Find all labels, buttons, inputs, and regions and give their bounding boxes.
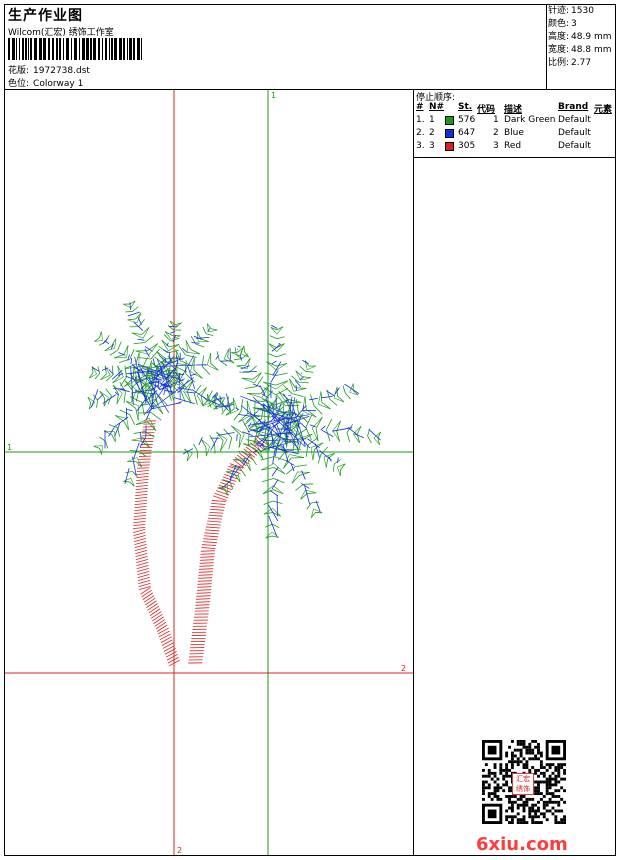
embroidery-design: 1 1 2 2	[5, 90, 413, 855]
color-swatch	[445, 129, 454, 138]
design-canvas: 1 1 2 2	[5, 90, 414, 855]
stop-table-header: # N# St. 代码 描述 Brand 元素	[414, 102, 615, 115]
stat-stitches: 针迹: 1530	[548, 6, 594, 16]
stat-width: 宽度: 48.8 mm	[548, 45, 612, 55]
col-brand: Brand	[558, 102, 589, 112]
barcode-icon	[8, 38, 142, 60]
pattern-value: 1972738.dst	[33, 66, 90, 76]
colorway-line: 色位: Colorway 1	[8, 76, 83, 89]
stop-sequence: 停止顺序: # N# St. 代码 描述 Brand 元素 1. 1 576 1…	[414, 90, 615, 158]
header-info: 生产作业图 Wilcom(汇宏) 绣饰工作室 花版: 1972738.dst 色位…	[5, 5, 547, 89]
col-st: St.	[458, 102, 473, 112]
sheet-header: 生产作业图 Wilcom(汇宏) 绣饰工作室 花版: 1972738.dst 色位…	[5, 5, 615, 90]
sheet-title: 生产作业图	[8, 8, 83, 24]
color-swatch	[445, 116, 454, 125]
pattern-label: 花版:	[8, 66, 30, 76]
table-row: 1. 1 576 1 Dark Green Default	[416, 115, 591, 125]
stat-height: 高度: 48.9 mm	[548, 32, 612, 42]
color-swatch	[445, 142, 454, 151]
pattern-line: 花版: 1972738.dst	[8, 63, 90, 76]
table-row: 3. 3 305 3 Red Default	[416, 141, 591, 151]
axis-label-red-bottom: 2	[177, 846, 182, 855]
stat-colors: 颜色: 3	[548, 19, 577, 29]
col-n: N#	[429, 102, 445, 112]
stats-panel: 针迹: 1530 颜色: 3 高度: 48.9 mm 宽度: 48.8 mm 比例: 2.…	[548, 5, 614, 70]
palm-fronds-green	[87, 300, 382, 539]
col-code: 代码	[477, 105, 496, 115]
production-sheet: 生产作业图 Wilcom(汇宏) 绣饰工作室 花版: 1972738.dst 色位…	[4, 4, 616, 856]
axis-label-red-right: 2	[401, 664, 406, 673]
seal-stamp-icon: 汇宏 绣饰	[512, 773, 534, 795]
watermark-text: 6xiu.com	[476, 834, 568, 855]
palm-fronds-blue	[91, 302, 381, 537]
company-name: Wilcom(汇宏) 绣饰工作室	[8, 28, 114, 38]
palm-trunks	[133, 420, 269, 667]
colorway-label: 色位:	[8, 79, 30, 89]
col-desc: 描述	[504, 105, 523, 115]
col-element: 元素	[594, 105, 613, 115]
axis-label-green-left: 1	[7, 443, 12, 452]
colorway-value: Colorway 1	[33, 79, 84, 89]
axis-label-green-top: 1	[271, 91, 276, 100]
stamp-text: 汇宏 绣饰	[516, 775, 530, 793]
side-panel: 停止顺序: # N# St. 代码 描述 Brand 元素 1. 1 576 1…	[414, 90, 615, 855]
stat-scale: 比例: 2.77	[548, 58, 592, 68]
table-row: 2. 2 647 2 Blue Default	[416, 128, 591, 138]
col-index: #	[416, 102, 424, 112]
